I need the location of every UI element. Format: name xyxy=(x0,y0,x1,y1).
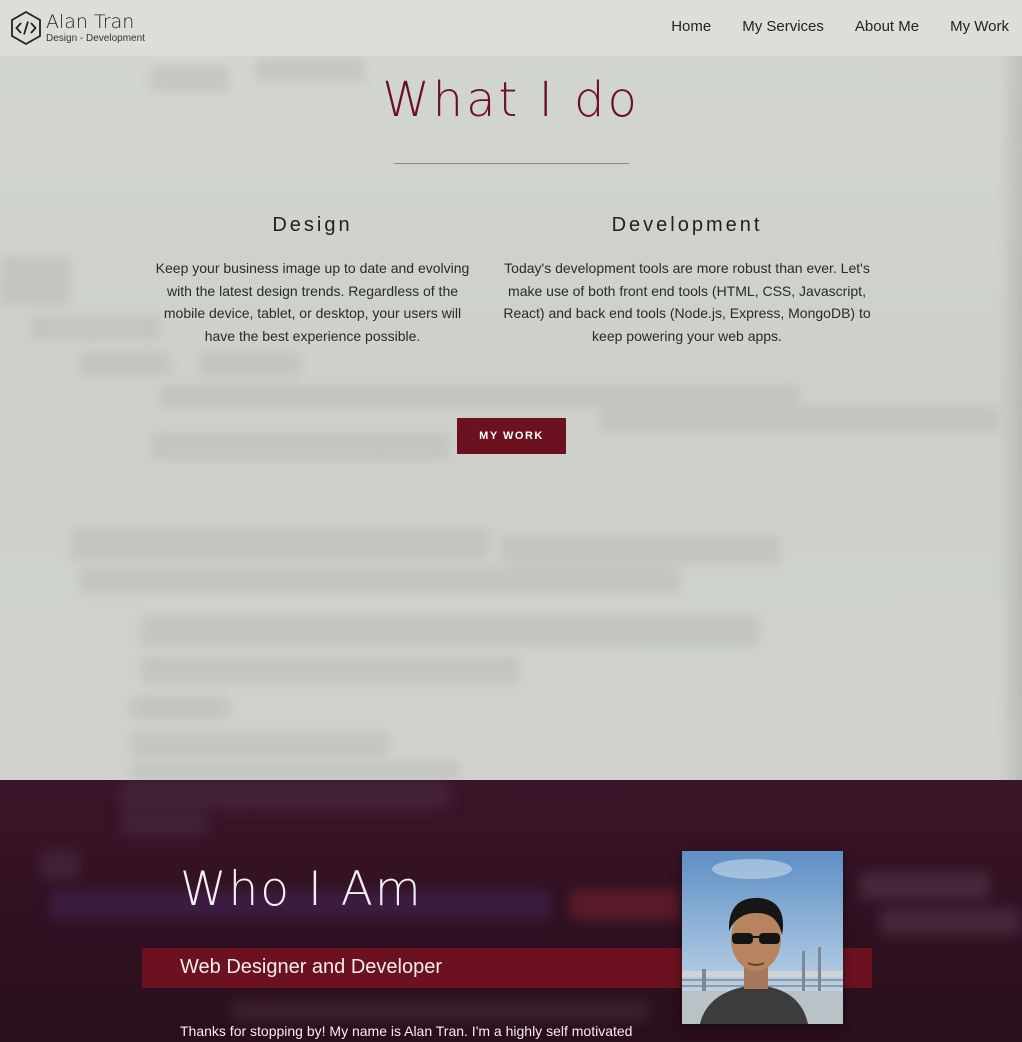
title-divider xyxy=(394,163,629,164)
development-text: Today's development tools are more robus… xyxy=(503,260,871,344)
nav-home[interactable]: Home xyxy=(671,18,711,35)
nav-my-work[interactable]: My Work xyxy=(950,18,1009,35)
profile-photo xyxy=(682,851,843,1024)
about-title: Who I Am xyxy=(180,862,423,917)
nav-my-services[interactable]: My Services xyxy=(742,18,824,35)
services-title: What I do xyxy=(382,72,640,128)
about-intro: Thanks for stopping by! My name is Alan … xyxy=(180,1023,633,1039)
brand-name: Alan Tran xyxy=(46,11,135,33)
my-work-button[interactable]: MY WORK xyxy=(457,418,566,454)
nav-about-me[interactable]: About Me xyxy=(855,18,919,35)
navbar: Alan Tran Design - Development Home My S… xyxy=(0,0,1022,56)
main-nav: Home My Services About Me My Work xyxy=(640,18,1009,35)
scroll-edge-shadow xyxy=(998,56,1022,780)
logo[interactable]: Alan Tran Design - Development xyxy=(10,10,145,46)
about-section: Who I Am Web Designer and Developer Than… xyxy=(0,780,1022,1042)
about-subtitle: Web Designer and Developer xyxy=(180,956,443,978)
services-section: What I do Design Keep your business imag… xyxy=(0,56,1022,780)
design-text: Keep your business image up to date and … xyxy=(155,260,470,344)
brand-tagline: Design - Development xyxy=(46,33,145,44)
development-heading: Development xyxy=(611,214,763,236)
development-column: Development Today's development tools ar… xyxy=(498,214,876,347)
code-hexagon-icon xyxy=(11,10,41,46)
design-heading: Design xyxy=(272,214,353,236)
design-column: Design Keep your business image up to da… xyxy=(150,214,475,347)
